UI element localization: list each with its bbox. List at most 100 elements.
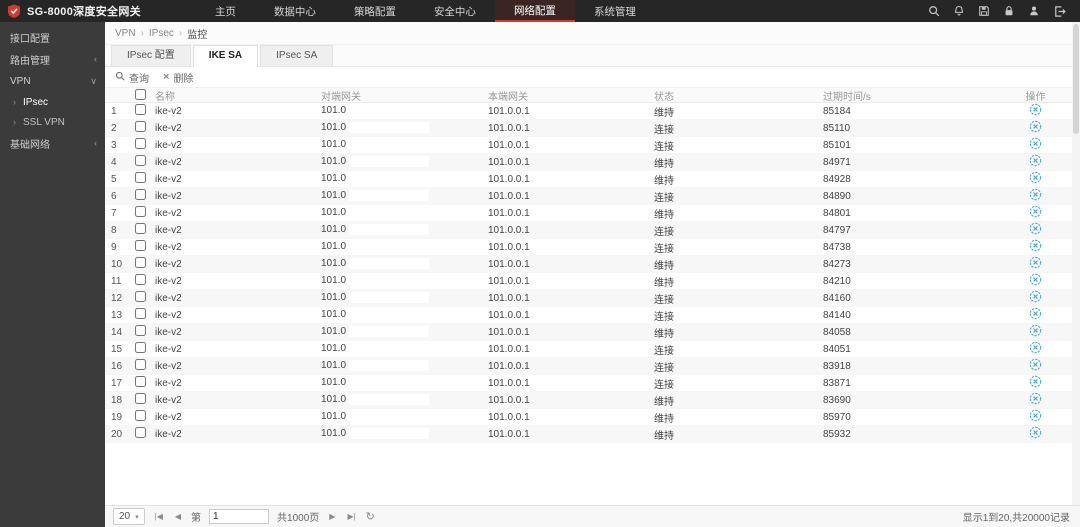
- header-peer-gateway: 对端网关: [321, 92, 361, 103]
- disconnect-button[interactable]: [1029, 426, 1042, 442]
- save-icon[interactable]: [978, 5, 990, 17]
- top-nav-item-5[interactable]: 系统管理: [575, 0, 655, 22]
- row-checkbox[interactable]: [135, 308, 146, 319]
- row-checkbox[interactable]: [135, 274, 146, 285]
- sidebar-item-vpn[interactable]: VPN ∨: [0, 70, 105, 92]
- delete-button[interactable]: × 删除: [163, 70, 193, 86]
- disconnect-button[interactable]: [1029, 188, 1042, 204]
- tab-0[interactable]: IPsec 配置: [111, 45, 191, 66]
- next-page-button[interactable]: ▶: [327, 512, 337, 521]
- sidebar-item-ipsec[interactable]: › IPsec: [0, 92, 105, 112]
- disconnect-button[interactable]: [1029, 290, 1042, 306]
- sidebar-item-5[interactable]: 基础网络 ‹: [0, 132, 105, 154]
- prev-page-button[interactable]: ◀: [173, 512, 183, 521]
- disconnect-button[interactable]: [1029, 103, 1042, 119]
- sidebar-item-ssl-vpn[interactable]: › SSL VPN: [0, 112, 105, 132]
- disconnect-button[interactable]: [1029, 154, 1042, 170]
- disconnect-button[interactable]: [1029, 171, 1042, 187]
- disconnect-button[interactable]: [1029, 120, 1042, 136]
- row-checkbox[interactable]: [135, 104, 146, 115]
- redaction-patch: [349, 173, 430, 185]
- bell-icon[interactable]: [953, 5, 965, 17]
- tab-2[interactable]: IPsec SA: [260, 45, 334, 66]
- query-button[interactable]: 查询: [115, 70, 149, 85]
- table-toolbar: 查询 × 删除: [105, 70, 1080, 85]
- sidebar-item-0[interactable]: 接口配置: [0, 26, 105, 48]
- disconnect-button[interactable]: [1029, 222, 1042, 238]
- row-index: 10: [111, 258, 123, 270]
- row-checkbox[interactable]: [135, 410, 146, 421]
- first-page-button[interactable]: |◀: [153, 512, 165, 521]
- disconnect-button[interactable]: [1029, 205, 1042, 221]
- row-checkbox[interactable]: [135, 155, 146, 166]
- row-checkbox[interactable]: [135, 359, 146, 370]
- scrollbar-thumb[interactable]: [1073, 24, 1079, 134]
- row-status: 连接: [654, 243, 674, 255]
- disconnect-icon: [1029, 222, 1042, 238]
- page-number-input[interactable]: [209, 509, 270, 524]
- breadcrumb-item-1[interactable]: IPsec: [149, 28, 174, 39]
- page-size-select[interactable]: 20 ▾: [113, 508, 145, 525]
- row-checkbox[interactable]: [135, 291, 146, 302]
- last-page-button[interactable]: ▶|: [345, 512, 357, 521]
- disconnect-button[interactable]: [1029, 392, 1042, 408]
- user-icon[interactable]: [1028, 5, 1040, 17]
- disconnect-button[interactable]: [1029, 239, 1042, 255]
- table-row: 5 ike-v2 101.0 101.0.0.1 维持 84928: [105, 171, 1080, 188]
- disconnect-button[interactable]: [1029, 307, 1042, 323]
- row-local-gateway: 101.0.0.1: [488, 190, 530, 202]
- row-status: 连接: [654, 226, 674, 238]
- top-nav-item-2[interactable]: 策略配置: [335, 0, 415, 22]
- row-peer-gateway: 101.0: [321, 122, 488, 134]
- disconnect-button[interactable]: [1029, 409, 1042, 425]
- search-icon[interactable]: [928, 5, 940, 17]
- row-checkbox[interactable]: [135, 325, 146, 336]
- sidebar-item-label: IPsec: [23, 96, 49, 108]
- chevron-right-icon: ›: [13, 97, 16, 107]
- select-all-checkbox[interactable]: [135, 88, 146, 100]
- breadcrumb-item-2: 监控: [187, 29, 208, 41]
- top-nav: 主页 数据中心 策略配置 安全中心 网络配置 系统管理: [196, 0, 655, 22]
- row-index: 4: [111, 156, 117, 168]
- row-checkbox[interactable]: [135, 206, 146, 217]
- lock-icon[interactable]: [1003, 5, 1015, 17]
- disconnect-icon: [1029, 103, 1042, 119]
- row-checkbox[interactable]: [135, 342, 146, 353]
- row-checkbox[interactable]: [135, 121, 146, 132]
- vertical-scrollbar[interactable]: [1072, 22, 1080, 505]
- disconnect-button[interactable]: [1029, 358, 1042, 374]
- sidebar-item-1[interactable]: 路由管理 ‹: [0, 48, 105, 70]
- row-checkbox[interactable]: [135, 393, 146, 404]
- row-checkbox[interactable]: [135, 257, 146, 268]
- row-checkbox[interactable]: [135, 138, 146, 149]
- disconnect-button[interactable]: [1029, 273, 1042, 289]
- row-checkbox[interactable]: [135, 376, 146, 387]
- row-checkbox[interactable]: [135, 427, 146, 438]
- disconnect-button[interactable]: [1029, 137, 1042, 153]
- top-nav-item-1[interactable]: 数据中心: [255, 0, 335, 22]
- disconnect-button[interactable]: [1029, 375, 1042, 391]
- disconnect-button[interactable]: [1029, 324, 1042, 340]
- top-nav-item-0[interactable]: 主页: [196, 0, 255, 22]
- row-expire-time: 84797: [823, 224, 851, 236]
- row-checkbox[interactable]: [135, 172, 146, 183]
- breadcrumb-item-0[interactable]: VPN: [115, 28, 136, 39]
- redaction-patch: [349, 156, 430, 168]
- disconnect-icon: [1029, 409, 1042, 425]
- table-row: 4 ike-v2 101.0 101.0.0.1 维持 84971: [105, 154, 1080, 171]
- disconnect-button[interactable]: [1029, 256, 1042, 272]
- first-page-icon: |◀: [154, 512, 163, 521]
- row-checkbox[interactable]: [135, 240, 146, 251]
- top-nav-item-3[interactable]: 安全中心: [415, 0, 495, 22]
- header-status: 状态: [654, 92, 674, 103]
- disconnect-button[interactable]: [1029, 341, 1042, 357]
- logout-icon[interactable]: [1053, 5, 1066, 18]
- row-expire-time: 84890: [823, 190, 851, 202]
- row-checkbox[interactable]: [135, 223, 146, 234]
- tab-1[interactable]: IKE SA: [192, 45, 259, 67]
- refresh-button[interactable]: ↻: [366, 510, 375, 523]
- table-row: 16 ike-v2 101.0 101.0.0.1 连接 83918: [105, 358, 1080, 375]
- top-nav-item-4[interactable]: 网络配置: [494, 0, 575, 22]
- row-checkbox[interactable]: [135, 189, 146, 200]
- header-operation: 操作: [1025, 92, 1046, 103]
